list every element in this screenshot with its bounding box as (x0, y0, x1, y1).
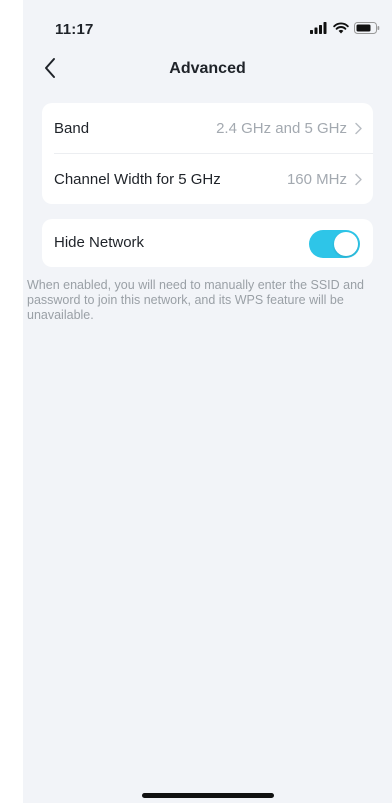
signal-icon (310, 22, 327, 34)
channel-width-row[interactable]: Channel Width for 5 GHz 160 MHz (42, 154, 373, 204)
home-indicator[interactable] (142, 793, 274, 798)
status-bar: 11:17 (23, 0, 392, 48)
page-title: Advanced (169, 60, 246, 77)
status-time: 11:17 (55, 21, 94, 38)
hide-network-row: Hide Network (42, 219, 373, 267)
settings-card: Band 2.4 GHz and 5 GHz Channel Width for… (42, 103, 373, 204)
battery-icon (354, 22, 380, 34)
channel-width-label: Channel Width for 5 GHz (54, 171, 221, 188)
band-value: 2.4 GHz and 5 GHz (216, 120, 347, 137)
band-label: Band (54, 120, 90, 137)
chevron-right-icon (355, 173, 362, 186)
hide-network-note: When enabled, you will need to manually … (27, 278, 365, 322)
hide-network-toggle[interactable] (309, 230, 360, 258)
status-icons (310, 22, 380, 34)
wifi-icon (333, 22, 349, 34)
channel-width-value: 160 MHz (286, 171, 347, 188)
hide-network-card: Hide Network (42, 219, 373, 267)
nav-bar: Advanced (23, 52, 392, 86)
toggle-knob (334, 232, 358, 256)
hide-network-label: Hide Network (54, 234, 145, 251)
chevron-right-icon (355, 122, 362, 135)
band-row[interactable]: Band 2.4 GHz and 5 GHz (42, 103, 373, 154)
screen: 11:17 Advanced Band 2.4 GHz and 5 GHz Ch… (23, 0, 392, 803)
